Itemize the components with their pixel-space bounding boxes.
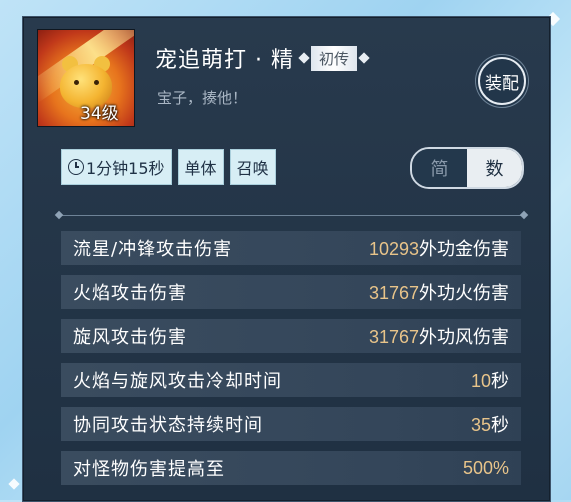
stat-number: 10293 (368, 239, 419, 259)
cooldown-tag: 1分钟15秒 (61, 149, 172, 185)
stat-label: 火焰攻击伤害 (73, 283, 187, 304)
toggle-numeric-option[interactable]: 数 (467, 149, 522, 187)
stat-label: 对怪物伤害提高至 (73, 459, 225, 480)
stat-unit: 外功风伤害 (419, 327, 509, 348)
stat-number: 31767 (368, 283, 419, 303)
stat-label: 火焰与旋风攻击冷却时间 (73, 371, 282, 392)
stat-row: 流星/冲锋攻击伤害 10293 外功金伤害 (61, 231, 521, 265)
clock-icon (68, 159, 84, 175)
stat-value: 35 秒 (471, 411, 509, 437)
stat-row: 对怪物伤害提高至 500% (61, 451, 521, 485)
stat-number: 35 (470, 415, 491, 435)
section-divider (59, 215, 524, 216)
stat-row: 旋风攻击伤害 31767 外功风伤害 (61, 319, 521, 353)
pet-eye (94, 80, 99, 85)
rank-badge: 初传 (298, 45, 370, 71)
stat-row: 火焰与旋风攻击冷却时间 10 秒 (61, 363, 521, 397)
stat-label: 流星/冲锋攻击伤害 (73, 239, 233, 260)
pet-eye (74, 80, 79, 85)
stat-label: 旋风攻击伤害 (73, 327, 187, 348)
stat-value: 500% (463, 458, 509, 479)
stat-value: 10293 外功金伤害 (369, 235, 509, 261)
stat-value: 31767 外功风伤害 (369, 323, 509, 349)
stat-number: 10 (470, 371, 491, 391)
stat-unit: 外功火伤害 (419, 283, 509, 304)
stat-number: 500% (462, 457, 509, 478)
target-tag: 单体 (177, 149, 224, 185)
diamond-icon (358, 52, 370, 64)
toggle-simple-option[interactable]: 简 (412, 149, 467, 187)
skill-title-row: 宠追萌打 · 精 初传 (155, 43, 370, 73)
stat-unit: 外功金伤害 (419, 239, 509, 260)
skill-name: 宠追萌打 · 精 (155, 48, 294, 73)
stat-value: 10 秒 (471, 367, 509, 393)
stat-row: 协同攻击状态持续时间 35 秒 (61, 407, 521, 441)
stat-number: 31767 (368, 327, 419, 347)
type-tag: 召唤 (229, 149, 276, 185)
stat-unit: 秒 (491, 371, 509, 392)
stat-value: 31767 外功火伤害 (369, 279, 509, 305)
cooldown-text: 1分钟15秒 (86, 159, 165, 178)
skill-description: 宝子，揍他！ (157, 89, 248, 107)
stat-label: 协同攻击状态持续时间 (73, 415, 263, 436)
rank-text: 初传 (310, 45, 357, 71)
equip-button[interactable]: 装配 (478, 57, 526, 105)
skill-tags: 1分钟15秒 单体 召唤 (61, 149, 276, 185)
display-mode-toggle[interactable]: 简 数 (410, 147, 524, 189)
skill-level: 34级 (80, 104, 119, 124)
skill-portrait: 34级 (37, 29, 135, 127)
stat-unit: 秒 (491, 415, 509, 436)
diamond-icon (298, 52, 310, 64)
stats-list: 流星/冲锋攻击伤害 10293 外功金伤害 火焰攻击伤害 31767 外功火伤害… (61, 231, 521, 495)
stat-row: 火焰攻击伤害 31767 外功火伤害 (61, 275, 521, 309)
skill-detail-panel: 34级 宠追萌打 · 精 初传 宝子，揍他！ 装配 1分钟15秒 单体 召唤 简… (22, 16, 551, 502)
sparkle-decoration (8, 478, 20, 490)
